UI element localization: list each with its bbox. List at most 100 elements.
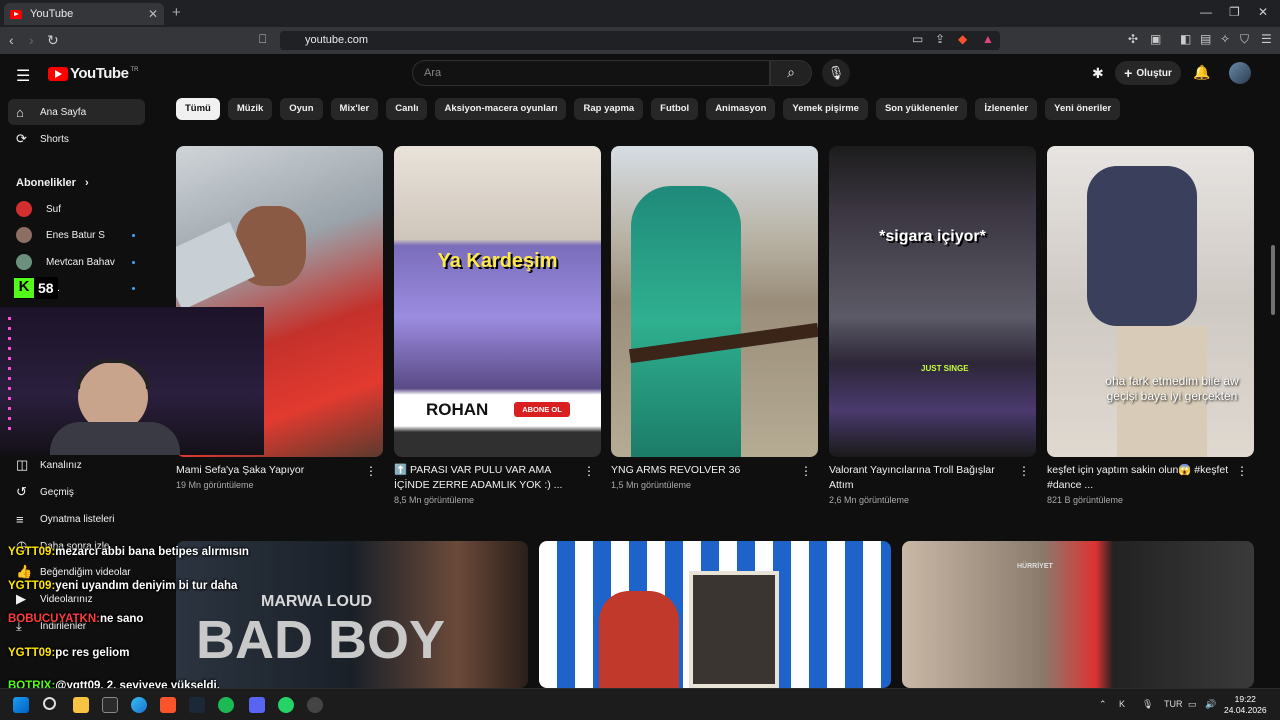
kick-tray-icon[interactable]: K (1119, 699, 1125, 709)
back-icon[interactable]: ‹ (9, 32, 14, 48)
search-icon[interactable] (43, 697, 56, 710)
notifications-bell-icon[interactable]: 🔔 (1193, 64, 1210, 81)
extensions-icon[interactable]: ✣ (1128, 32, 1138, 46)
sidebar-sub-mevtcan[interactable]: Mevtcan Bahav (8, 249, 145, 275)
edge-icon[interactable] (131, 697, 147, 713)
video-thumbnail[interactable] (611, 146, 818, 457)
chip-recently-uploaded[interactable]: Son yüklenenler (875, 98, 968, 120)
viewer-counter: K 58 (14, 277, 58, 299)
obs-icon[interactable] (307, 697, 323, 713)
sidebar-item-history[interactable]: ↺ Geçmiş (8, 479, 145, 505)
brave-shield-icon[interactable]: ◆ (958, 32, 967, 46)
video-title[interactable]: keşfet için yaptım sakin olun😱 #keşfet #… (1047, 463, 1232, 493)
video-thumbnail[interactable]: oha fark etmedim bile aw geçişi baya iyi… (1047, 146, 1254, 457)
voice-search-icon[interactable]: 🎙 (822, 59, 850, 87)
video-thumbnail[interactable]: HÜRRİYET (902, 541, 1254, 688)
video-card[interactable]: Ya Kardeşim ROHAN ABONE OL ⬆️ PARASI VAR… (394, 146, 601, 505)
browser-menu-icon[interactable]: ☰ (1261, 32, 1272, 46)
hamburger-menu-icon[interactable]: ☰ (16, 66, 30, 86)
chip-mixes[interactable]: Mix'ler (330, 98, 379, 120)
sidebar-item-home[interactable]: ⌂ Ana Sayfa (8, 99, 145, 125)
share-icon[interactable]: ⇪ (935, 32, 945, 46)
screen-icon[interactable]: ▭ (912, 32, 923, 46)
sidebar-sub-suf[interactable]: Suf (8, 196, 145, 222)
close-tab-icon[interactable]: ✕ (148, 7, 158, 21)
chip-games[interactable]: Oyun (280, 98, 323, 120)
new-tab-icon[interactable]: + (172, 4, 181, 21)
search-input[interactable]: Ara (412, 60, 770, 86)
video-card[interactable]: oha fark etmedim bile aw geçişi baya iyi… (1047, 146, 1254, 505)
more-options-icon[interactable]: ⋮ (800, 464, 812, 478)
task-view-icon[interactable] (102, 697, 118, 713)
search-icon[interactable]: ⌕ (770, 60, 812, 86)
spotify-icon[interactable] (218, 697, 234, 713)
brave-rewards-icon[interactable]: ▲ (982, 32, 994, 46)
new-content-dot (132, 286, 135, 290)
video-thumbnail[interactable]: Ya Kardeşim ROHAN ABONE OL (394, 146, 601, 457)
browser-tab[interactable]: YouTube ✕ (4, 3, 164, 25)
reload-icon[interactable]: ↻ (47, 32, 59, 49)
more-options-icon[interactable]: ⋮ (365, 464, 377, 478)
microphone-icon[interactable]: 🎙 (1142, 699, 1153, 710)
chip-action-adventure[interactable]: Aksiyon-macera oyunları (435, 98, 567, 120)
file-explorer-icon[interactable] (73, 697, 89, 713)
more-options-icon[interactable]: ⋮ (1236, 464, 1248, 478)
plus-icon: + (1124, 65, 1133, 81)
chip-rap[interactable]: Rap yapma (574, 98, 644, 120)
logo-text: YouTube (70, 65, 129, 82)
chip-live[interactable]: Canlı (386, 98, 428, 120)
subscriptions-header[interactable]: Abonelikler › (16, 177, 89, 189)
discord-icon[interactable] (249, 697, 265, 713)
network-icon[interactable]: ▭ (1188, 699, 1197, 710)
steam-icon[interactable] (189, 697, 205, 713)
tray-chevron-icon[interactable]: ⌃ (1099, 699, 1107, 710)
url-field[interactable]: youtube.com (280, 31, 1000, 50)
whatsapp-icon[interactable] (278, 697, 294, 713)
sidebar-item-shorts[interactable]: ⟳ Shorts (8, 126, 145, 152)
video-thumbnail[interactable]: *sigara içiyor* JUST SINGE (829, 146, 1036, 457)
sidebar-toggle-icon[interactable]: ◧ (1180, 32, 1191, 46)
sidebar-item-your-channel[interactable]: ◫ Kanalınız (8, 452, 145, 478)
chip-football[interactable]: Futbol (651, 98, 699, 120)
windows-start-icon[interactable] (13, 697, 29, 713)
sidebar-item-playlists[interactable]: ≡ Oynatma listeleri (8, 506, 145, 532)
wallet-icon[interactable]: ▤ (1200, 32, 1211, 46)
system-clock[interactable]: 19:22 24.04.2026 (1224, 694, 1267, 716)
forward-icon[interactable]: › (29, 32, 34, 48)
video-title[interactable]: YNG ARMS REVOLVER 36 (611, 463, 796, 478)
minimize-icon[interactable]: — (1200, 5, 1212, 19)
video-thumbnail[interactable] (539, 541, 891, 688)
window-close-icon[interactable]: ✕ (1258, 5, 1268, 19)
video-card[interactable]: *sigara içiyor* JUST SINGE Valorant Yayı… (829, 146, 1036, 505)
sidebar-sub-enes[interactable]: Enes Batur S (8, 222, 145, 248)
vpn-icon[interactable]: ⛉ (1240, 32, 1249, 47)
chip-animation[interactable]: Animasyon (706, 98, 776, 120)
maximize-icon[interactable]: ❐ (1229, 5, 1240, 19)
youtube-logo[interactable]: YouTube TR (48, 65, 138, 82)
sidebar-item-label: Videolarınız (40, 593, 93, 605)
video-card[interactable]: YNG ARMS REVOLVER 36 1,5 Mn görüntüleme … (611, 146, 818, 490)
bookmark-icon[interactable]: ⎕ (259, 32, 266, 47)
language-indicator[interactable]: TUR (1164, 699, 1183, 709)
brave-icon[interactable] (160, 697, 176, 713)
tab-search-icon[interactable]: ▣ (1150, 32, 1161, 46)
chip-all[interactable]: Tümü (176, 98, 220, 120)
video-thumbnail[interactable]: MARWA LOUD BAD BOY (176, 541, 528, 688)
cast-icon[interactable]: ✱ (1092, 65, 1104, 82)
create-button[interactable]: + Oluştur (1115, 61, 1181, 85)
more-options-icon[interactable]: ⋮ (583, 464, 595, 478)
video-title[interactable]: Valorant Yayıncılarına Troll Bağışlar At… (829, 463, 1014, 493)
chip-new-to-you[interactable]: Yeni öneriler (1045, 98, 1121, 120)
chip-cooking[interactable]: Yemek pişirme (783, 98, 868, 120)
more-options-icon[interactable]: ⋮ (1018, 464, 1030, 478)
chip-music[interactable]: Müzik (227, 98, 273, 120)
video-title[interactable]: ⬆️ PARASI VAR PULU VAR AMA İÇİNDE ZERRE … (394, 463, 579, 493)
volume-icon[interactable]: 🔊 (1205, 699, 1216, 710)
video-title[interactable]: Mami Sefa'ya Şaka Yapıyor (176, 463, 361, 478)
leo-icon[interactable]: ✧ (1220, 32, 1230, 46)
account-avatar[interactable] (1229, 62, 1251, 84)
chip-watched[interactable]: İzlenenler (975, 98, 1038, 120)
youtube-header: ☰ YouTube TR Ara ⌕ 🎙 ✱ + Oluştur 🔔 (0, 54, 1280, 94)
sidebar-item-label: Geçmiş (40, 486, 74, 498)
page-scrollbar[interactable] (1271, 245, 1275, 315)
